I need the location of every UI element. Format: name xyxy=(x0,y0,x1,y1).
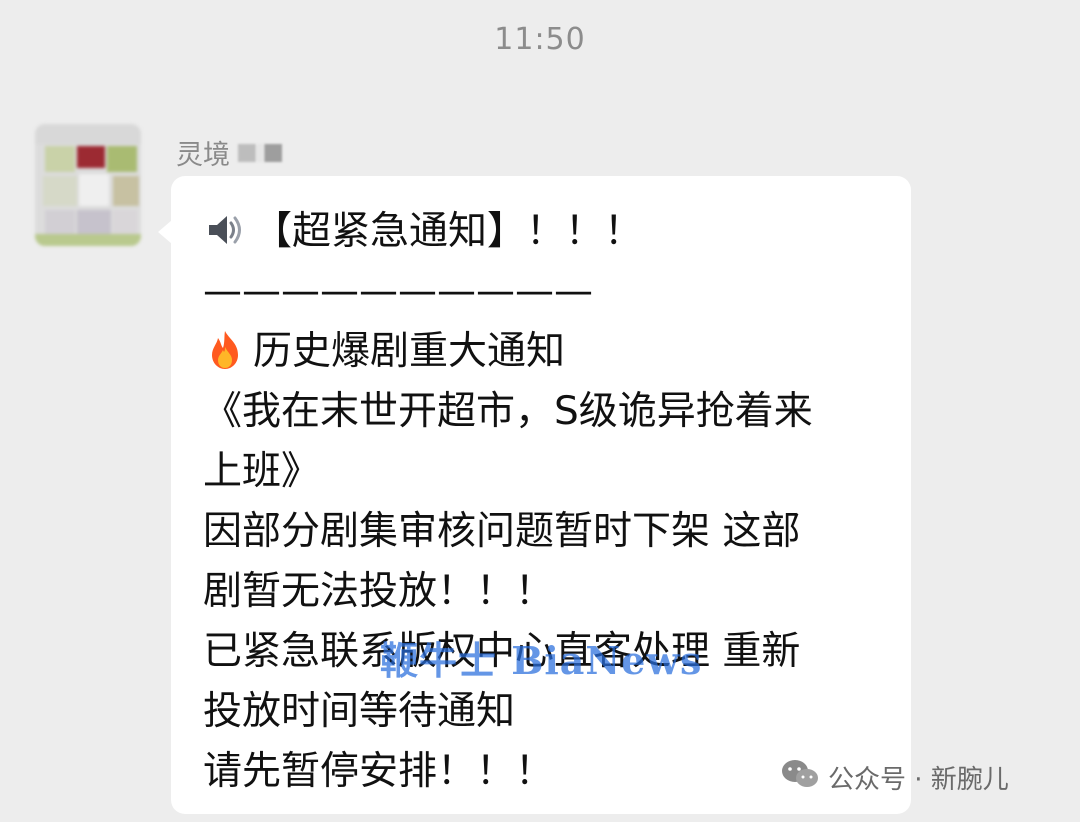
message-timestamp: 11:50 xyxy=(494,22,586,57)
message-bubble[interactable]: 【超紧急通知】！！！ —————————— 历史爆剧重大通知 《我在末世开超市，… xyxy=(158,176,911,814)
sender-avatar[interactable] xyxy=(35,124,141,246)
message-line: 投放时间等待通知 xyxy=(203,689,516,734)
message-line: 上班》 xyxy=(203,449,321,494)
message-divider: —————————— xyxy=(203,269,593,314)
source-tag: 公众号 · 新腕儿 xyxy=(780,758,1009,797)
fire-icon xyxy=(203,328,247,372)
watermark-text: 鞭牛士 BiaNews xyxy=(380,638,703,683)
message-headline: 历史爆剧重大通知 xyxy=(253,329,566,374)
message-line: 《我在末世开超市，S级诡异抢着来 xyxy=(203,389,813,434)
sender-name-text: 灵境 xyxy=(176,140,230,171)
message-line-headline: 历史爆剧重大通知 xyxy=(203,322,893,382)
message-title: 【超紧急通知】！！！ xyxy=(253,209,644,254)
redacted-name-block xyxy=(238,143,282,162)
message-line-title: 【超紧急通知】！！！ xyxy=(203,202,893,262)
message-text: 【超紧急通知】！！！ —————————— 历史爆剧重大通知 《我在末世开超市，… xyxy=(203,202,893,802)
speaker-icon xyxy=(203,208,247,252)
source-label: 公众号 · 新腕儿 xyxy=(828,765,1009,795)
wechat-icon xyxy=(780,758,820,797)
sender-name: 灵境 xyxy=(176,133,282,172)
message-line: 因部分剧集审核问题暂时下架 这部 xyxy=(203,509,801,554)
message-line: 剧暂无法投放！！！ xyxy=(203,569,555,614)
